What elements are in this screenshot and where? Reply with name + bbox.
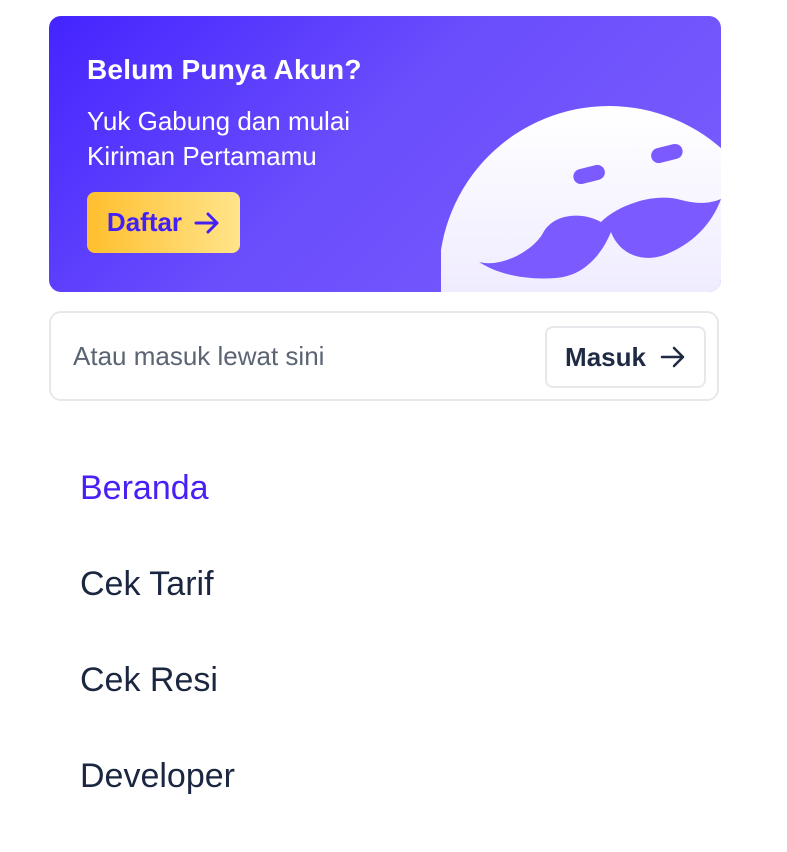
nav-item-cek-resi[interactable]: Cek Resi	[80, 632, 235, 728]
nav-item-beranda[interactable]: Beranda	[80, 440, 235, 536]
arrow-right-icon	[660, 346, 685, 368]
login-hint: Atau masuk lewat sini	[73, 341, 325, 371]
register-button[interactable]: Daftar	[87, 192, 240, 253]
arrow-right-icon	[194, 212, 219, 233]
promo-title: Belum Punya Akun?	[87, 54, 362, 85]
nav-item-cek-tarif[interactable]: Cek Tarif	[80, 536, 235, 632]
register-promo-banner: Belum Punya Akun? Yuk Gabung dan mulai K…	[49, 16, 721, 292]
nav-item-developer[interactable]: Developer	[80, 728, 235, 824]
login-button[interactable]: Masuk	[545, 326, 706, 388]
mustache-face-illustration	[441, 106, 721, 292]
promo-subtitle: Yuk Gabung dan mulai Kiriman Pertamamu	[87, 106, 351, 171]
main-nav: Beranda Cek Tarif Cek Resi Developer	[80, 440, 235, 824]
register-button-label: Daftar	[106, 207, 183, 237]
login-box: Atau masuk lewat sini Masuk	[49, 311, 719, 401]
login-button-label: Masuk	[565, 341, 646, 372]
